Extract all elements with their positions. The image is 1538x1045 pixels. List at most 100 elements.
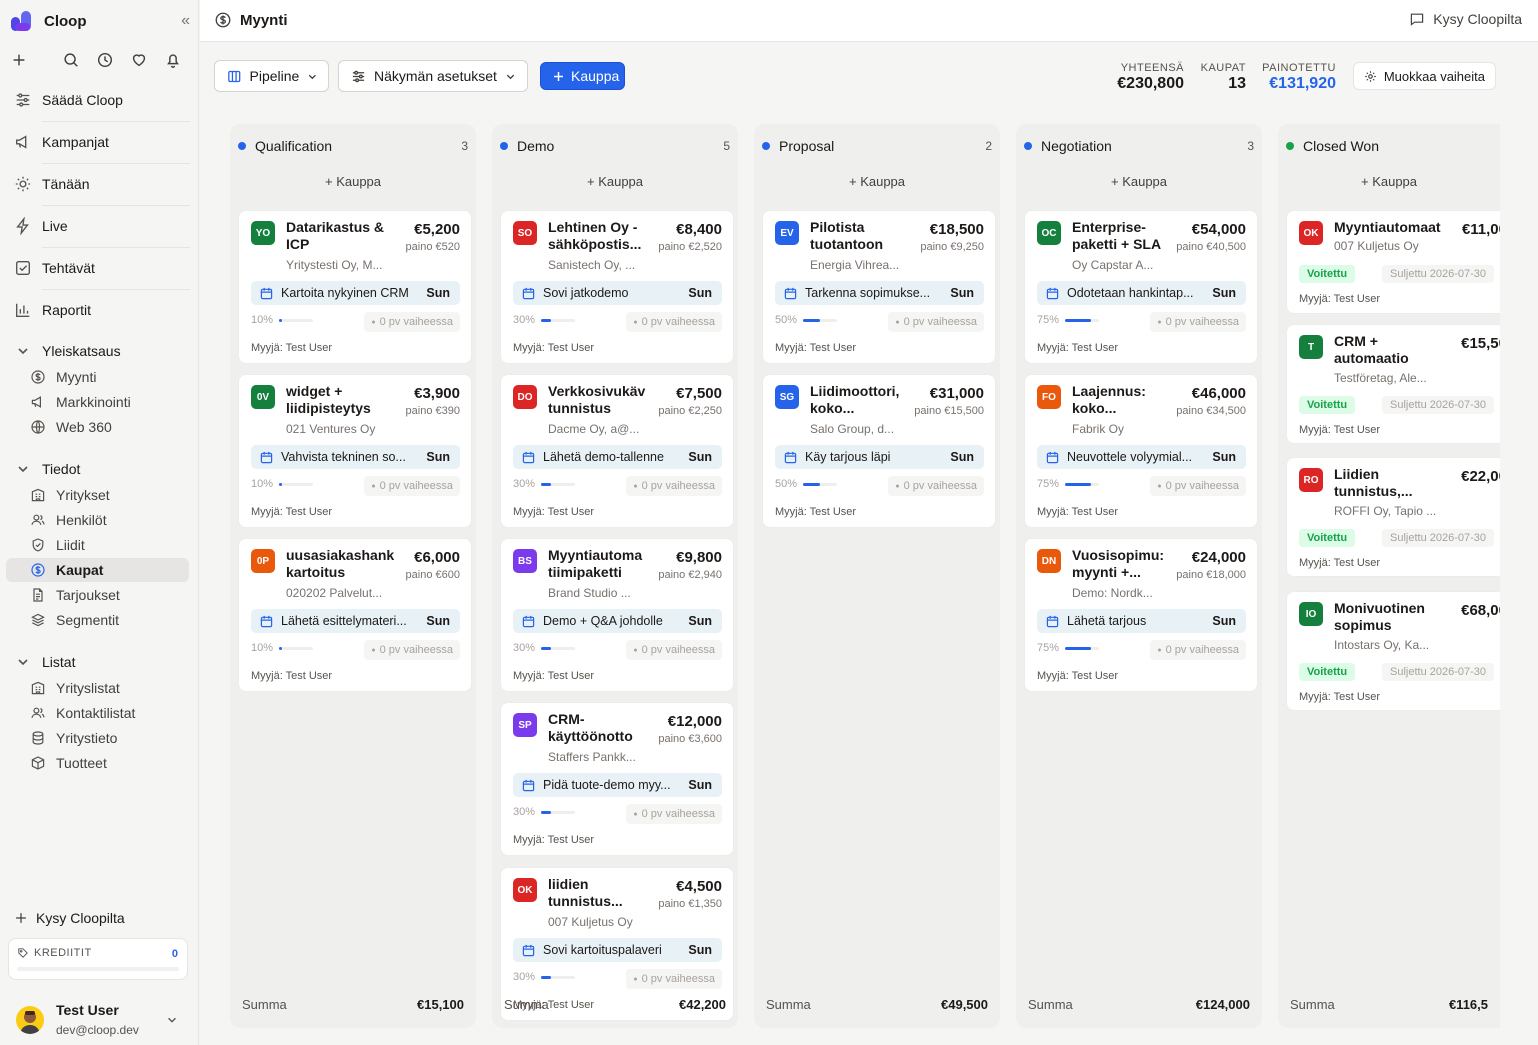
deal-card[interactable]: SP CRM-käyttöönotto €12,000 paino €3,600 Sta… [500,702,734,856]
deal-amount: €11,00 [1461,221,1500,238]
add-deal-button[interactable]: + Kauppa [1278,174,1500,189]
bell-icon[interactable] [164,51,182,69]
column-footer: Summa €49,500 [766,997,988,1012]
next-task[interactable]: Vahvista tekninen so... Sun [251,445,460,469]
probability-label: 30% [513,971,536,983]
sum-label: Summa [242,997,287,1012]
deal-card[interactable]: 0P uusasiakashank kartoitus €6,000 paino €6… [238,538,472,692]
days-in-stage-label: 0 pv vaiheessa [1165,644,1239,656]
next-task[interactable]: Sovi jatkodemo Sun [513,281,722,305]
probability-fill [1065,646,1091,650]
deal-card[interactable]: OK Myyntiautomaat €11,00 007 Kuljetus Oy Voi… [1286,210,1500,314]
nav-kampanjat[interactable]: Kampanjat [10,125,190,159]
group-listat[interactable]: Listat [10,651,190,673]
sidebar-item-markkinointi[interactable]: Markkinointi [6,390,189,414]
deal-card[interactable]: SO Lehtinen Oy - sähköpostis... €8,400 pain… [500,210,734,364]
deal-company: 021 Ventures Oy [286,422,376,436]
user-email: dev@cloop.dev [56,1023,139,1037]
deal-card[interactable]: IO Monivuotinen sopimus €68,00 Intostars Oy… [1286,591,1500,711]
next-task[interactable]: Lähetä demo-tallenne Sun [513,445,722,469]
next-task[interactable]: Pidä tuote-demo myy... Sun [513,773,722,797]
group-tiedot[interactable]: Tiedot [10,458,190,480]
nav-raportit[interactable]: Raportit [10,293,190,327]
nav-saada-cloop[interactable]: Säädä Cloop [10,83,190,117]
deal-card[interactable]: FO Laajennus: koko... €46,000 paino €34,500… [1024,374,1258,528]
deal-weight: paino €2,520 [658,241,722,253]
deal-card[interactable]: BS Myyntiautoma tiimipaketti €9,800 paino €… [500,538,734,692]
next-task[interactable]: Neuvottele volyymial... Sun [1037,445,1246,469]
deal-card[interactable]: EV Pilotista tuotantoon €18,500 paino €9,25… [762,210,996,364]
deal-card[interactable]: RO Liidien tunnistus,... €22,00 ROFFI Oy, T… [1286,457,1500,577]
sidebar-item-kontaktilistat[interactable]: Kontaktilistat [6,701,189,725]
deal-card[interactable]: T CRM + automaatio €15,50 Testföretag, Ale.… [1286,324,1500,444]
sidebar-item-myynti[interactable]: Myynti [6,365,189,389]
sidebar-item-tuotteet[interactable]: Tuotteet [6,751,189,775]
collapse-sidebar-icon[interactable]: « [181,12,190,30]
deal-card[interactable]: SG Liidimoottori, koko... €31,000 paino €15… [762,374,996,528]
view-select-button[interactable]: Pipeline [214,60,329,92]
deal-company: Fabrik Oy [1072,422,1125,436]
sidebar-item-yritykset[interactable]: Yritykset [6,483,189,507]
deal-card[interactable]: DO Verkkosivukäv tunnistus €7,500 paino €2,… [500,374,734,528]
plus-icon[interactable] [10,51,28,69]
next-task[interactable]: Odotetaan hankintap... Sun [1037,281,1246,305]
heart-icon[interactable] [130,51,148,69]
ask-label: Kysy Cloopilta [36,910,125,926]
next-task[interactable]: Käy tarjous läpi Sun [775,445,984,469]
deal-avatar: DN [1037,549,1061,573]
add-deal-button[interactable]: + Kauppa [492,174,738,189]
sidebar-item-henkilot[interactable]: Henkilöt [6,508,189,532]
stat-label: KAUPAT [1200,62,1246,74]
new-deal-button[interactable]: Kauppa [540,62,625,90]
next-task[interactable]: Lähetä tarjous Sun [1037,609,1246,633]
edit-stages-button[interactable]: Muokkaa vaiheita [1352,62,1496,90]
nav-tehtavat[interactable]: Tehtävät [10,251,190,285]
next-task[interactable]: Demo + Q&A johdolle Sun [513,609,722,633]
next-task[interactable]: Sovi kartoituspalaveri Sun [513,938,722,962]
dollar-circle-icon [215,12,231,28]
search-icon[interactable] [62,51,80,69]
deal-company: Intostars Oy, Ka... [1334,638,1430,652]
sidebar-item-yrityslistat[interactable]: Yrityslistat [6,676,189,700]
deal-card[interactable]: DN Vuosisopimu: myynti +... €24,000 paino €… [1024,538,1258,692]
sidebar-item-segmentit[interactable]: Segmentit [6,608,189,632]
credits-widget[interactable]: KREDIITIT 0 [8,938,188,980]
user-menu[interactable]: Test User dev@cloop.dev [16,1000,186,1040]
add-deal-button[interactable]: + Kauppa [230,174,476,189]
ask-cloop-header-button[interactable]: Kysy Cloopilta [1409,11,1522,27]
probability-bar [1065,646,1100,650]
deal-company: 007 Kuljetus Oy [1334,239,1419,253]
add-deal-button[interactable]: + Kauppa [1016,174,1262,189]
probability: 10% [251,314,314,326]
sidebar-item-web360[interactable]: Web 360 [6,415,189,439]
task-title: Lähetä esittelymateri... [281,614,407,628]
deal-title: Datarikastus & ICP [286,219,385,252]
calendar-icon [784,451,797,463]
sidebar-item-yritystieto[interactable]: Yritystieto [6,726,189,750]
closed-date: Suljettu 2026-07-30 [1382,265,1495,283]
column-header: Closed Won [1286,136,1492,156]
next-task[interactable]: Lähetä esittelymateri... Sun [251,609,460,633]
sidebar-item-tarjoukset[interactable]: Tarjoukset [6,583,189,607]
column-footer: Summa €124,000 [1028,997,1250,1012]
sidebar-item-liidit[interactable]: Liidit [6,533,189,557]
credits-label: KREDIITIT [34,947,92,959]
next-task[interactable]: Kartoita nykyinen CRM Sun [251,281,460,305]
deal-card[interactable]: OC Enterprise-paketti + SLA €54,000 paino €… [1024,210,1258,364]
clock-icon[interactable] [96,51,114,69]
add-deal-button[interactable]: + Kauppa [754,174,1000,189]
sidebar-item-kaupat[interactable]: Kaupat [6,558,189,582]
task-due: Sun [950,286,974,300]
ask-cloop-button[interactable]: Kysy Cloopilta [10,906,190,930]
deal-card[interactable]: 0V widget + liidipisteytys €3,900 paino €39… [238,374,472,528]
deal-avatar: EV [775,221,799,245]
group-yleiskatsaus[interactable]: Yleiskatsaus [10,340,190,362]
deal-card[interactable]: YO Datarikastus & ICP €5,200 paino €520 Yrit… [238,210,472,364]
nav-live[interactable]: Live [10,209,190,243]
new-deal-label: Kauppa [571,68,620,84]
next-task[interactable]: Tarkenna sopimukse... Sun [775,281,984,305]
view-settings-button[interactable]: Näkymän asetukset [338,60,528,92]
task-due: Sun [688,943,712,957]
nav-tanaan[interactable]: Tänään [10,167,190,201]
divider [42,289,190,290]
